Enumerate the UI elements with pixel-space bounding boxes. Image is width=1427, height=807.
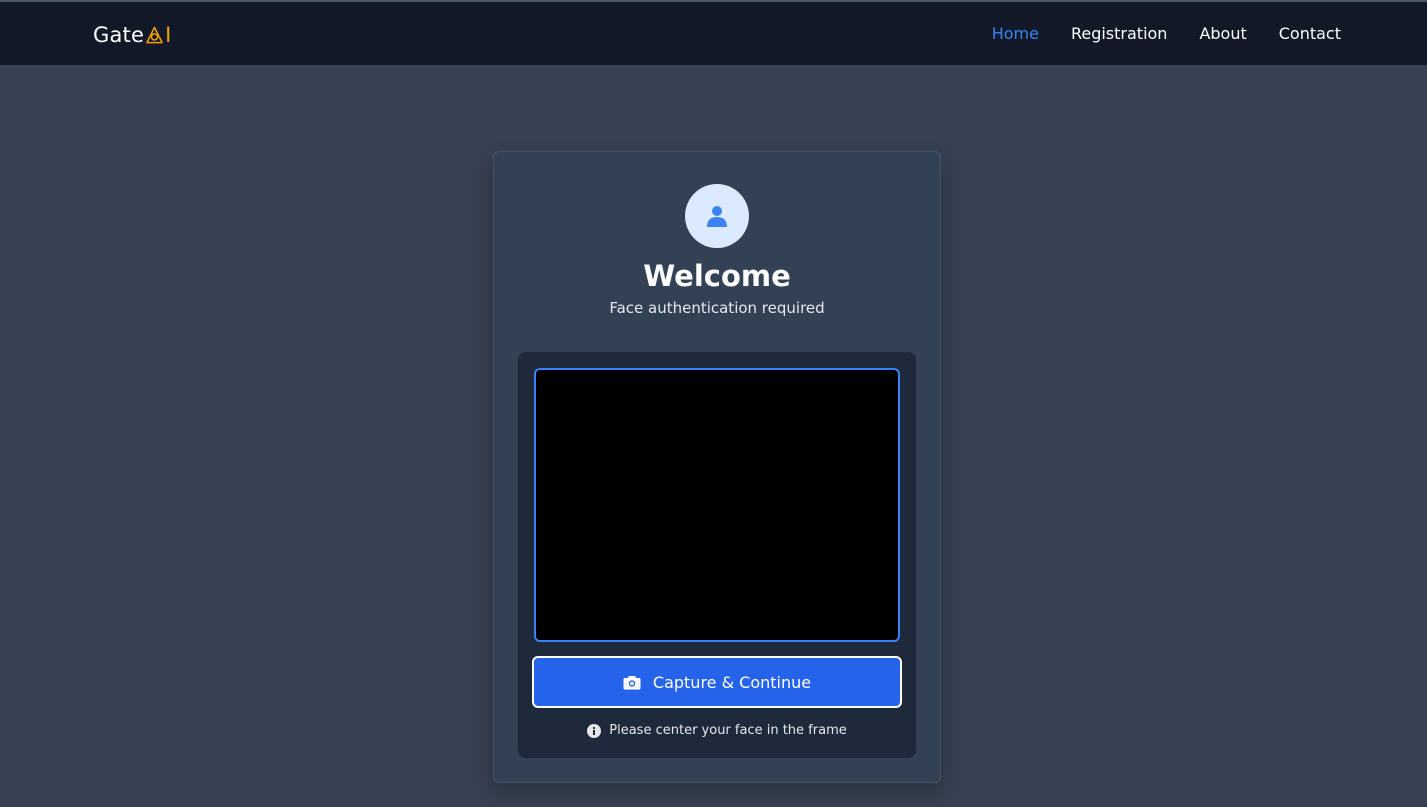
info-icon [587,724,602,738]
capture-panel: Capture & Continue Please center your fa… [518,352,916,758]
nav-link-registration[interactable]: Registration [1071,22,1167,46]
user-icon [707,206,727,227]
nav-links: Home Registration About Contact [960,22,1341,46]
brand-name-prefix: Gate [93,23,145,47]
capture-button-label: Capture & Continue [652,672,812,692]
nav-link-about[interactable]: About [1199,22,1246,46]
auth-card: Welcome Face authentication required Cap… [493,151,941,783]
nav-link-contact[interactable]: Contact [1279,22,1341,46]
page-subtitle: Face authentication required [609,299,825,317]
avatar [685,184,749,248]
brand-logo[interactable]: Gate I [93,21,172,49]
page-title: Welcome [643,259,791,293]
hint-text: Please center your face in the frame [609,723,847,738]
brand-name-suffix: I [165,23,172,47]
logo-mark-icon [146,26,163,44]
navbar: Gate I Home Registration About Contact [0,2,1427,65]
capture-continue-button[interactable]: Capture & Continue [532,656,902,708]
camera-icon [623,675,641,689]
camera-preview [534,368,900,642]
nav-link-home[interactable]: Home [992,22,1039,46]
hint-text-row: Please center your face in the frame [518,722,916,740]
